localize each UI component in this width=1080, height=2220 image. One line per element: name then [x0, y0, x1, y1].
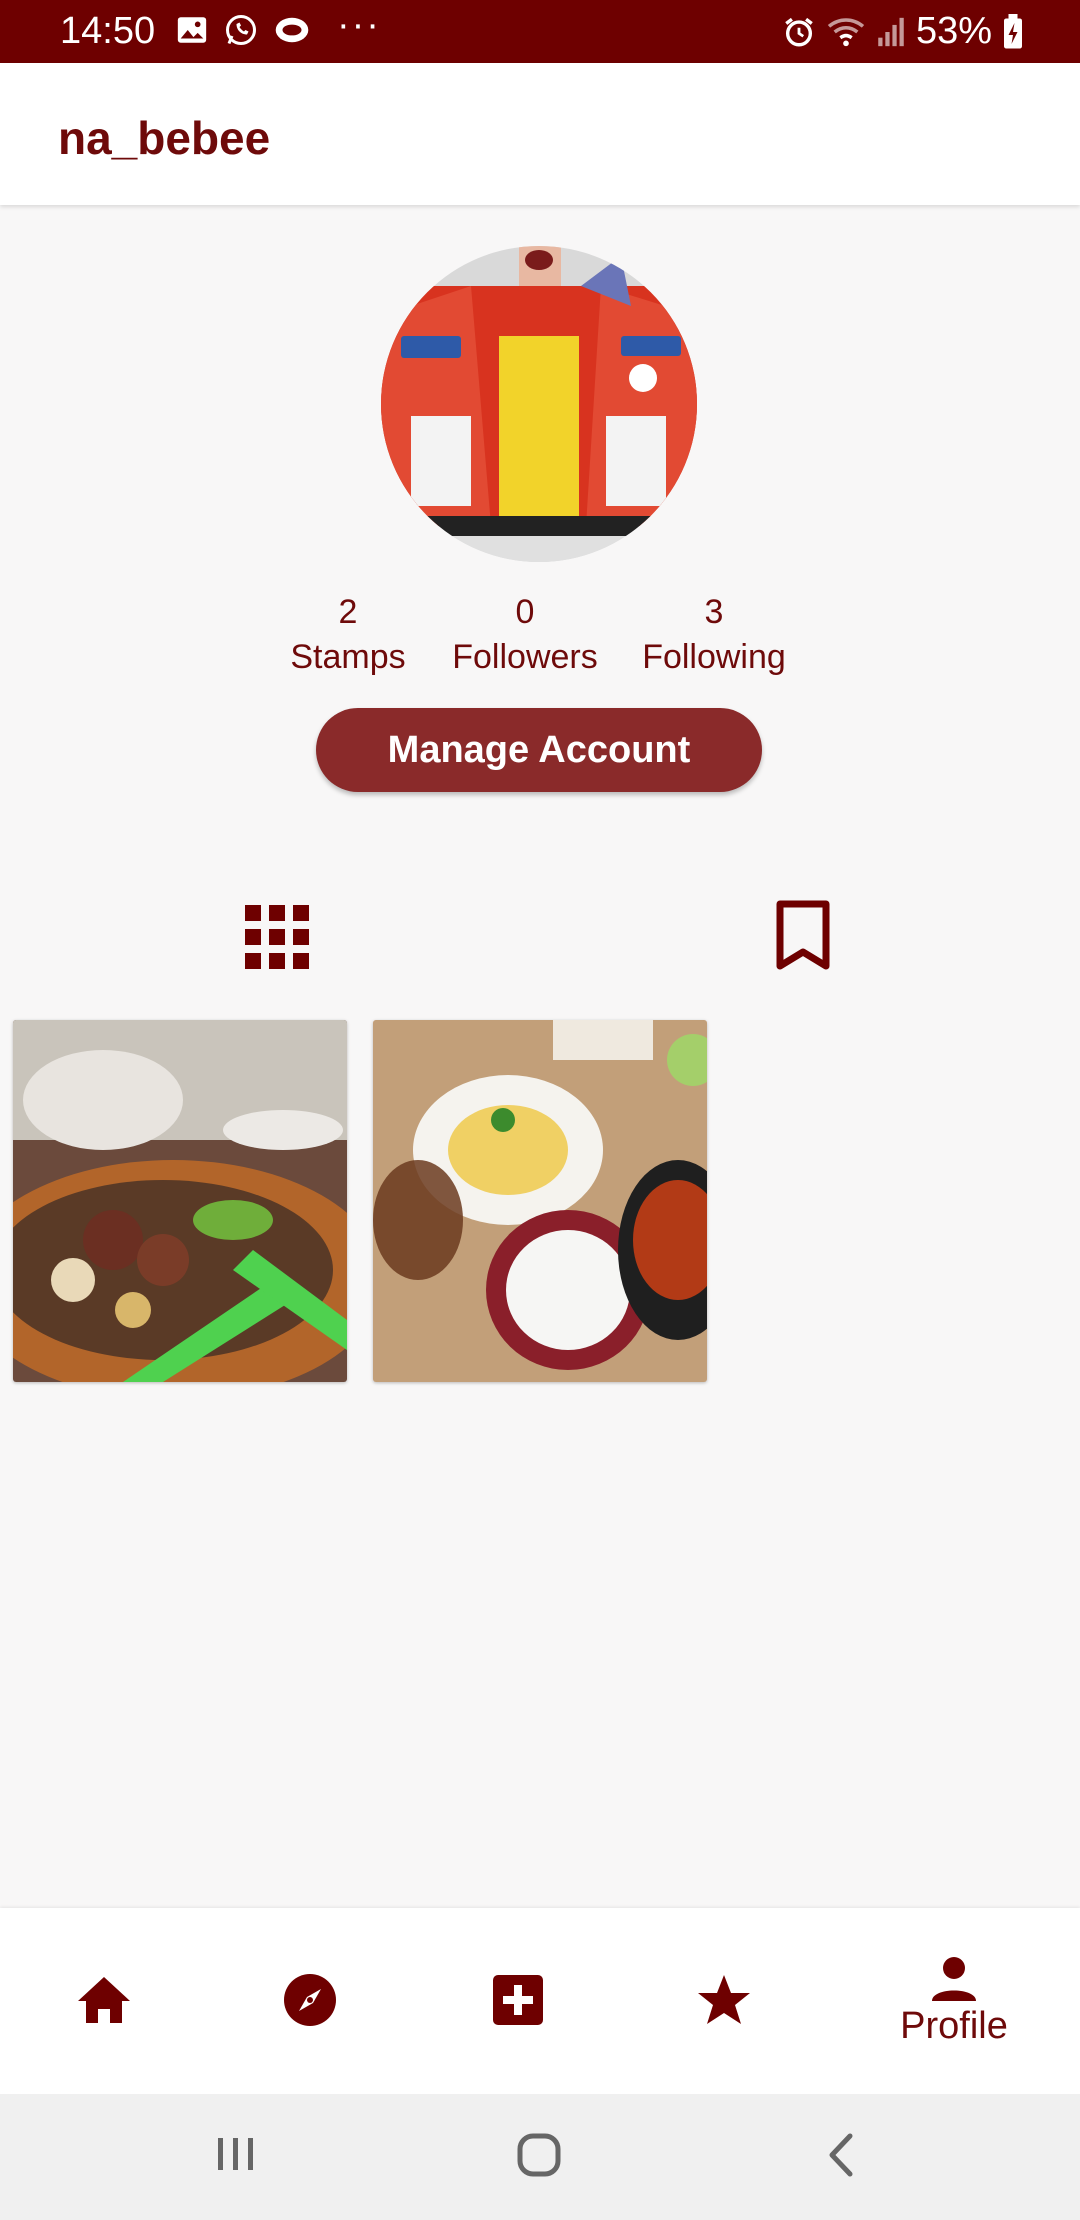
post-thumbnail[interactable] [13, 1020, 347, 1382]
stat-value: 3 [704, 593, 724, 631]
wifi-icon [827, 17, 865, 46]
stat-label: Stamps [290, 638, 406, 676]
avatar-image [381, 246, 697, 562]
grid-tab[interactable] [245, 905, 309, 969]
battery-percent: 53% [915, 10, 992, 52]
nav-add[interactable] [466, 1908, 570, 2094]
home-icon [78, 1977, 130, 2023]
battery-icon [1004, 13, 1022, 48]
stat-following[interactable]: 3 Following [632, 590, 796, 680]
home-circle-icon [517, 2133, 561, 2177]
status-time: 14:50 [60, 10, 156, 52]
add-icon [493, 1975, 543, 2025]
nav-favorites[interactable] [672, 1908, 776, 2094]
grid-icon [245, 905, 309, 969]
status-bar: 14:50 ··· 53% [0, 0, 1080, 63]
nav-profile-label: Profile [900, 2004, 1008, 2047]
recent-apps-icon [218, 2138, 253, 2170]
saved-tab[interactable] [774, 900, 832, 972]
profile-icon [932, 1956, 976, 2001]
food-photo-2 [373, 1020, 707, 1382]
stat-followers[interactable]: 0 Followers [440, 590, 610, 680]
recent-apps-button[interactable] [214, 2132, 258, 2181]
stat-value: 2 [338, 593, 358, 631]
bookmark-icon [776, 900, 830, 970]
nav-profile[interactable]: Profile [870, 1908, 1038, 2094]
back-button[interactable] [824, 2132, 858, 2183]
more-dots-icon: ··· [337, 4, 381, 46]
manage-account-button[interactable]: Manage Account [316, 708, 762, 792]
profile-avatar[interactable] [381, 246, 697, 562]
status-notification-icons [175, 12, 311, 48]
system-navigation-bar [0, 2094, 1080, 2220]
stat-label: Followers [452, 638, 598, 676]
stat-label: Following [642, 638, 786, 676]
post-thumbnail[interactable] [373, 1020, 707, 1382]
food-photo-1 [13, 1020, 347, 1382]
star-icon [698, 1975, 750, 2024]
back-icon [829, 2133, 853, 2177]
whatsapp-icon [226, 15, 256, 45]
alarm-icon [785, 17, 813, 46]
home-system-button[interactable] [516, 2132, 562, 2183]
explore-icon [284, 1974, 336, 2026]
status-system-icons: 53% [782, 10, 1024, 53]
nav-home[interactable] [52, 1908, 156, 2094]
stat-stamps[interactable]: 2 Stamps [278, 590, 418, 680]
top-app-bar: na_bebee [0, 63, 1080, 205]
app-notification-icon [275, 17, 309, 43]
stat-value: 0 [515, 593, 535, 631]
username-title: na_bebee [58, 112, 271, 164]
bottom-navigation: Profile [0, 1908, 1080, 2094]
nav-explore[interactable] [258, 1908, 362, 2094]
gallery-icon [177, 17, 207, 43]
signal-icon [878, 17, 904, 46]
